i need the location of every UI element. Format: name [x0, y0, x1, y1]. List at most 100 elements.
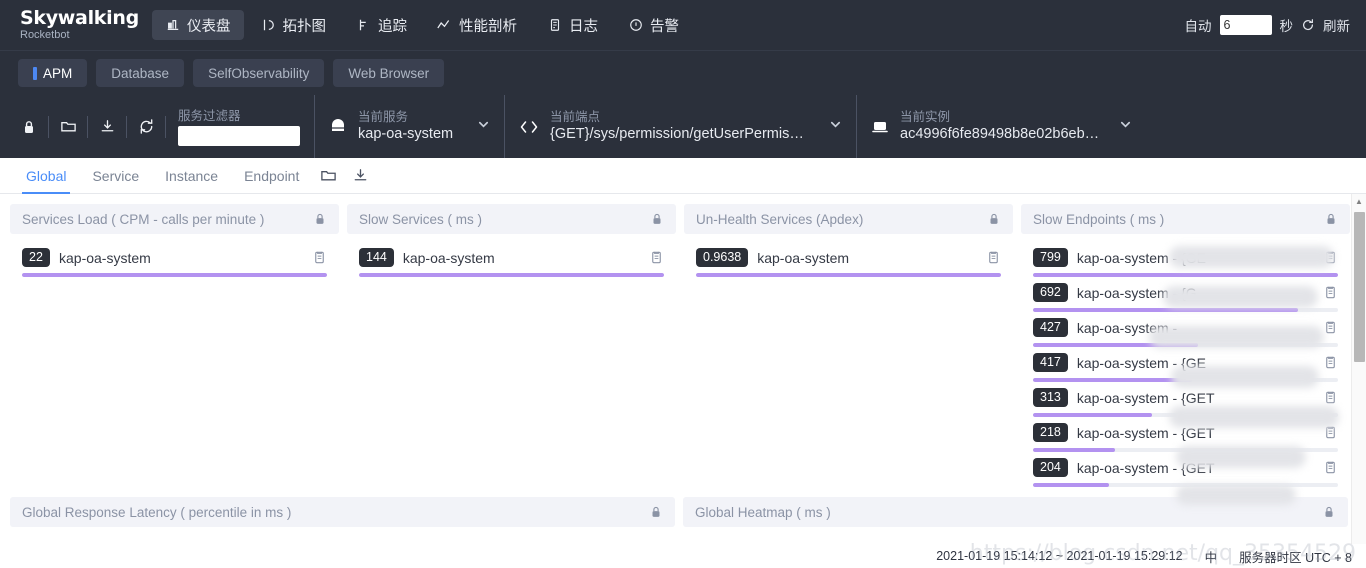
list-item-label: kap-oa-system: [402, 249, 495, 266]
lock-icon[interactable]: [1324, 212, 1338, 226]
copy-icon[interactable]: [1323, 460, 1338, 475]
copy-icon[interactable]: [649, 250, 664, 265]
list-item-top: 313 kap-oa-system - {GET: [1033, 388, 1338, 407]
list-item-top: 204 kap-oa-system - {GET: [1033, 458, 1338, 477]
current-endpoint-selector[interactable]: 当前端点 {GET}/sys/permission/getUserPermiss…: [504, 95, 856, 158]
type-tab-selfobservability[interactable]: SelfObservability: [193, 59, 325, 87]
lock-icon[interactable]: [1322, 505, 1336, 519]
nav-item-dashboard[interactable]: 仪表盘: [152, 10, 244, 40]
list-item-label: kap-oa-system - {GET: [1076, 389, 1215, 406]
scroll-up-arrow-icon[interactable]: ▲: [1352, 194, 1366, 208]
language-toggle[interactable]: 中: [1205, 547, 1218, 566]
copy-icon[interactable]: [312, 250, 327, 265]
progress-fill: [696, 273, 1001, 277]
refresh-label[interactable]: 刷新: [1323, 15, 1350, 35]
copy-icon[interactable]: [1323, 250, 1338, 265]
metric-badge: 799: [1033, 248, 1068, 267]
list-item[interactable]: 313 kap-oa-system - {GET: [1025, 382, 1346, 417]
card-title: Un-Health Services (Apdex): [696, 211, 864, 227]
list-item-top: 417 kap-oa-system - {GE: [1033, 353, 1338, 372]
progress-track: [1033, 483, 1338, 487]
card-body: 0.9638 kap-oa-system: [684, 234, 1013, 277]
nav-item-trace[interactable]: 追踪: [343, 10, 420, 40]
copy-icon[interactable]: [1323, 390, 1338, 405]
card-title: Global Heatmap ( ms ): [695, 504, 831, 520]
profile-icon: [437, 18, 452, 33]
type-tab-database-label: Database: [111, 65, 170, 81]
metric-badge: 218: [1033, 423, 1068, 442]
service-filter-input[interactable]: [178, 125, 300, 146]
instance-icon: [871, 118, 889, 136]
nav-item-alarm[interactable]: 告警: [615, 10, 692, 40]
copy-icon[interactable]: [1323, 285, 1338, 300]
list-item[interactable]: 799 kap-oa-system - {GE: [1025, 242, 1346, 277]
folder-icon[interactable]: [49, 112, 87, 142]
nav-item-log[interactable]: 日志: [534, 10, 611, 40]
copy-icon[interactable]: [986, 250, 1001, 265]
auto-refresh-controls: 自动 秒 刷新: [1185, 15, 1350, 35]
metric-badge: 692: [1033, 283, 1068, 302]
type-tab-apm[interactable]: APM: [18, 59, 88, 87]
download-icon[interactable]: [345, 158, 375, 194]
list-item[interactable]: 22 kap-oa-system: [14, 242, 335, 277]
reload-icon[interactable]: [127, 112, 165, 142]
subtab-instance[interactable]: Instance: [153, 158, 230, 194]
list-item[interactable]: 204 kap-oa-system - {GET: [1025, 452, 1346, 487]
nav-item-profile[interactable]: 性能剖析: [424, 10, 530, 40]
card-global-response-latency: Global Response Latency ( percentile in …: [10, 497, 675, 527]
lock-icon[interactable]: [313, 212, 327, 226]
lock-icon[interactable]: [649, 505, 663, 519]
seconds-label: 秒: [1279, 19, 1294, 34]
subtab-endpoint[interactable]: Endpoint: [232, 158, 311, 194]
current-instance-label: 当前实例: [900, 110, 951, 124]
nav-item-topology[interactable]: 拓扑图: [248, 10, 340, 40]
trace-icon: [356, 18, 371, 33]
vertical-scrollbar[interactable]: ▲ ▼: [1351, 194, 1366, 568]
list-item[interactable]: 692 kap-oa-system - {G: [1025, 277, 1346, 312]
copy-icon[interactable]: [1323, 320, 1338, 335]
subtab-global[interactable]: Global: [14, 158, 78, 194]
bottom-cards-row: Global Response Latency ( percentile in …: [10, 497, 1356, 527]
subtab-instance-label: Instance: [165, 167, 219, 184]
current-service-texts: 当前服务 kap-oa-system: [358, 109, 453, 144]
dashboard-area: Services Load ( CPM - calls per minute )…: [0, 194, 1366, 568]
list-item-top: 0.9638 kap-oa-system: [696, 248, 1001, 267]
card-header: Global Heatmap ( ms ): [683, 497, 1348, 527]
type-tab-webbrowser[interactable]: Web Browser: [333, 59, 445, 87]
list-item[interactable]: 427 kap-oa-system -: [1025, 312, 1346, 347]
download-icon[interactable]: [88, 112, 126, 142]
chevron-down-icon[interactable]: [469, 118, 490, 136]
copy-icon[interactable]: [1323, 425, 1338, 440]
type-tab-database[interactable]: Database: [96, 59, 185, 87]
lock-icon[interactable]: [987, 212, 1001, 226]
app-logo[interactable]: Skywalking Rocketbot: [14, 8, 139, 42]
list-item[interactable]: 0.9638 kap-oa-system: [688, 242, 1009, 277]
card-header: Services Load ( CPM - calls per minute ): [10, 204, 339, 234]
endpoint-icon: [519, 118, 539, 136]
refresh-icon[interactable]: [1301, 18, 1315, 32]
card-title: Slow Services ( ms ): [359, 211, 483, 227]
lock-icon[interactable]: [650, 212, 664, 226]
lock-icon[interactable]: [10, 112, 48, 142]
chevron-down-icon[interactable]: [821, 118, 842, 136]
dashboard-icon: [165, 18, 180, 33]
folder-icon[interactable]: [313, 158, 343, 194]
scrollbar-thumb[interactable]: [1354, 212, 1365, 362]
subtab-service[interactable]: Service: [80, 158, 151, 194]
auto-refresh-interval-input[interactable]: [1219, 15, 1272, 35]
current-service-selector[interactable]: 当前服务 kap-oa-system: [314, 95, 504, 158]
service-filter-label: 服务过滤器: [178, 108, 241, 123]
dashboard-type-bar: APM Database SelfObservability Web Brows…: [0, 50, 1366, 95]
copy-icon[interactable]: [1323, 355, 1338, 370]
subtab-service-label: Service: [92, 167, 140, 184]
chevron-down-icon[interactable]: [1111, 118, 1132, 136]
subtab-endpoint-label: Endpoint: [244, 167, 300, 184]
current-instance-selector[interactable]: 当前实例 ac4996f6fe89498b8e02b6ebf5...: [856, 95, 1146, 158]
list-item-top: 22 kap-oa-system: [22, 248, 327, 267]
nav-label-topology: 拓扑图: [282, 18, 327, 35]
list-item[interactable]: 144 kap-oa-system: [351, 242, 672, 277]
card-body: 22 kap-oa-system: [10, 234, 339, 277]
list-item[interactable]: 417 kap-oa-system - {GE: [1025, 347, 1346, 382]
list-item-label: kap-oa-system - {GE: [1076, 249, 1207, 266]
list-item[interactable]: 218 kap-oa-system - {GET: [1025, 417, 1346, 452]
